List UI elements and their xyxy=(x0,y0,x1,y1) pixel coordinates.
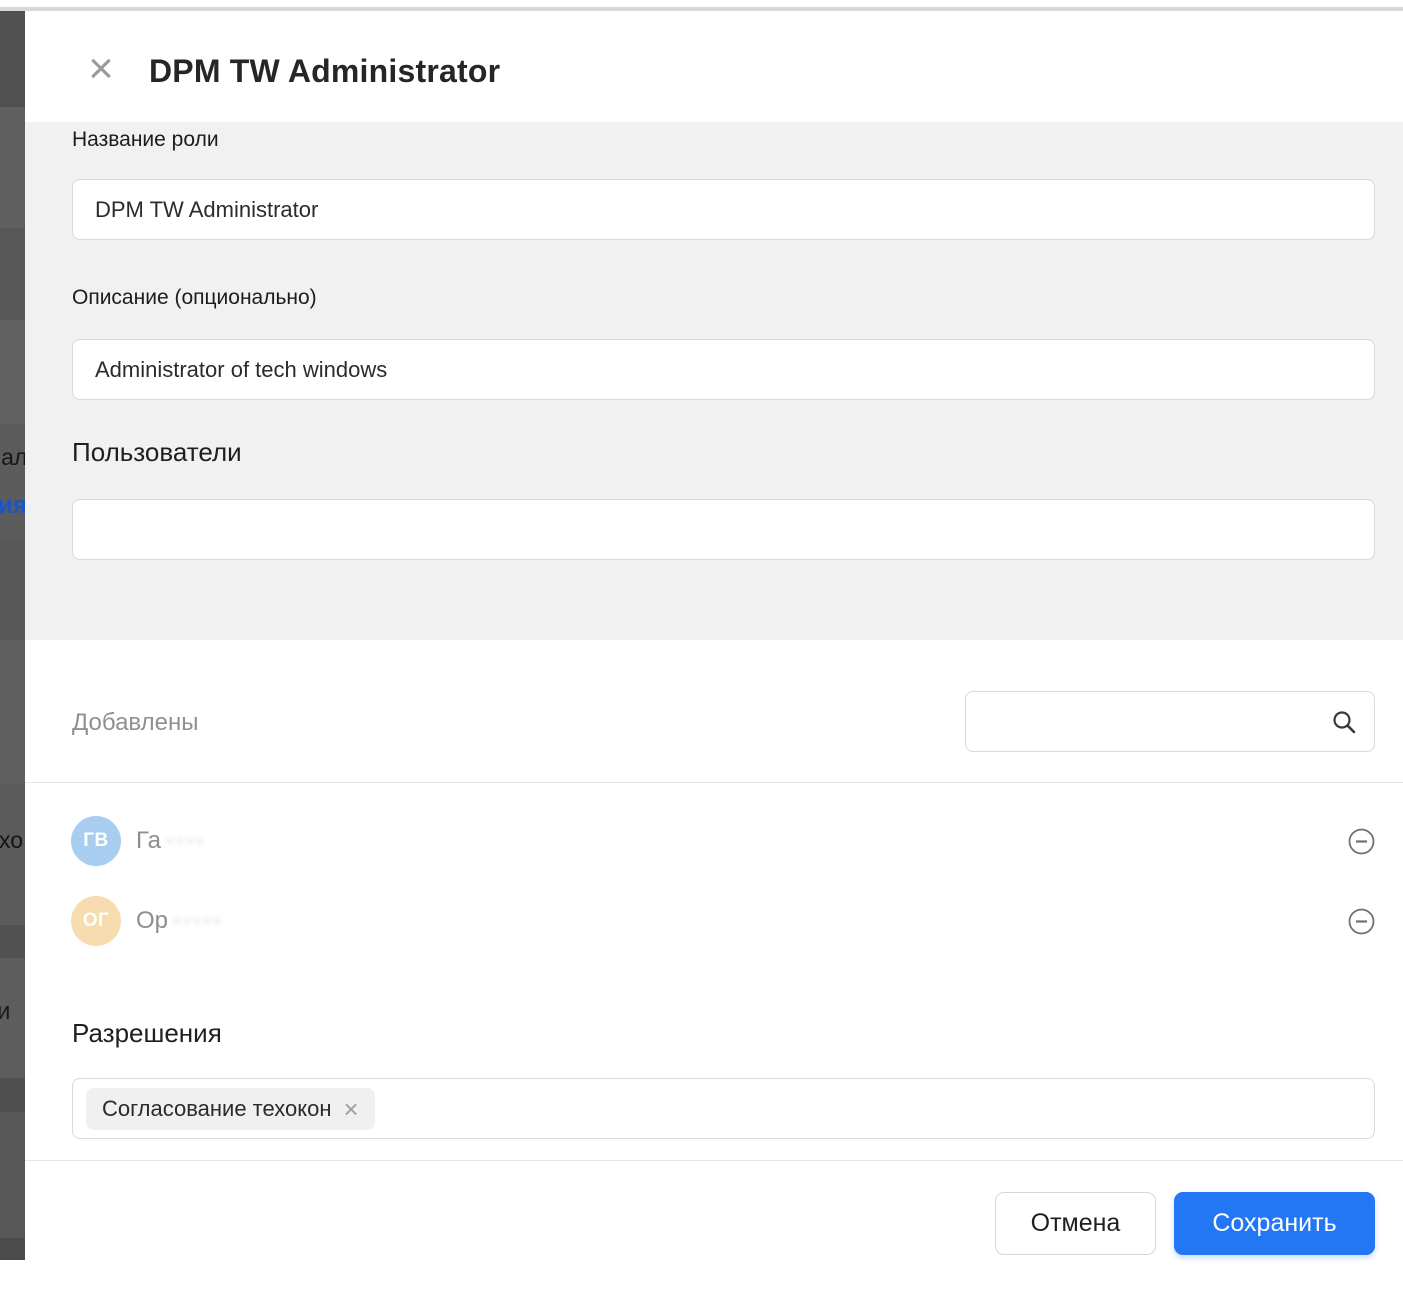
permissions-heading: Разрешения xyxy=(72,1018,222,1049)
users-heading: Пользователи xyxy=(72,437,242,468)
added-user-row: ГВ Га ···· xyxy=(25,816,1403,866)
screen: Бал ия хо и × DPM TW Administrator Назва… xyxy=(0,0,1403,1289)
modal-title: DPM TW Administrator xyxy=(149,53,500,90)
backdrop-text-fragment: и xyxy=(0,998,10,1026)
backdrop-text-fragment: хо xyxy=(0,827,23,854)
added-users-label: Добавлены xyxy=(72,692,198,753)
role-form-section: Название роли Описание (опционально) Пол… xyxy=(25,122,1403,640)
save-button[interactable]: Сохранить xyxy=(1174,1192,1375,1255)
user-search-input[interactable] xyxy=(966,692,1326,749)
dimmed-backdrop: Бал ия хо и xyxy=(0,11,25,1260)
role-name-label: Название роли xyxy=(72,128,219,152)
permissions-input[interactable]: Согласование техокон × xyxy=(72,1078,1375,1139)
user-name: Га ···· xyxy=(136,816,206,866)
divider xyxy=(25,782,1403,783)
remove-user-icon[interactable] xyxy=(1348,908,1375,935)
user-name-visible: Ор xyxy=(136,907,168,935)
user-name-redacted: ···· xyxy=(166,827,206,855)
backdrop-text-fragment: Бал xyxy=(0,444,25,471)
backdrop-link-fragment: ия xyxy=(0,492,25,520)
description-label: Описание (опционально) xyxy=(72,286,317,310)
role-edit-modal: × DPM TW Administrator Название роли Опи… xyxy=(25,11,1403,1289)
user-name-visible: Га xyxy=(136,827,161,855)
avatar: ГВ xyxy=(71,816,121,866)
user-name-redacted: ····· xyxy=(173,907,223,935)
permission-chip: Согласование техокон × xyxy=(86,1088,375,1130)
footer-actions: Отмена Сохранить xyxy=(995,1192,1375,1255)
divider xyxy=(25,1160,1403,1161)
remove-user-icon[interactable] xyxy=(1348,828,1375,855)
added-user-row: ОГ Ор ····· xyxy=(25,896,1403,946)
cancel-button[interactable]: Отмена xyxy=(995,1192,1156,1255)
user-name: Ор ····· xyxy=(136,896,223,946)
users-input[interactable] xyxy=(72,499,1375,560)
chip-remove-icon[interactable]: × xyxy=(344,1096,359,1122)
close-icon[interactable]: × xyxy=(81,49,121,89)
permission-chip-label: Согласование техокон xyxy=(102,1096,332,1122)
search-icon[interactable] xyxy=(1330,708,1358,736)
user-search-box xyxy=(965,691,1375,752)
description-input[interactable] xyxy=(72,339,1375,400)
role-name-input[interactable] xyxy=(72,179,1375,240)
avatar: ОГ xyxy=(71,896,121,946)
